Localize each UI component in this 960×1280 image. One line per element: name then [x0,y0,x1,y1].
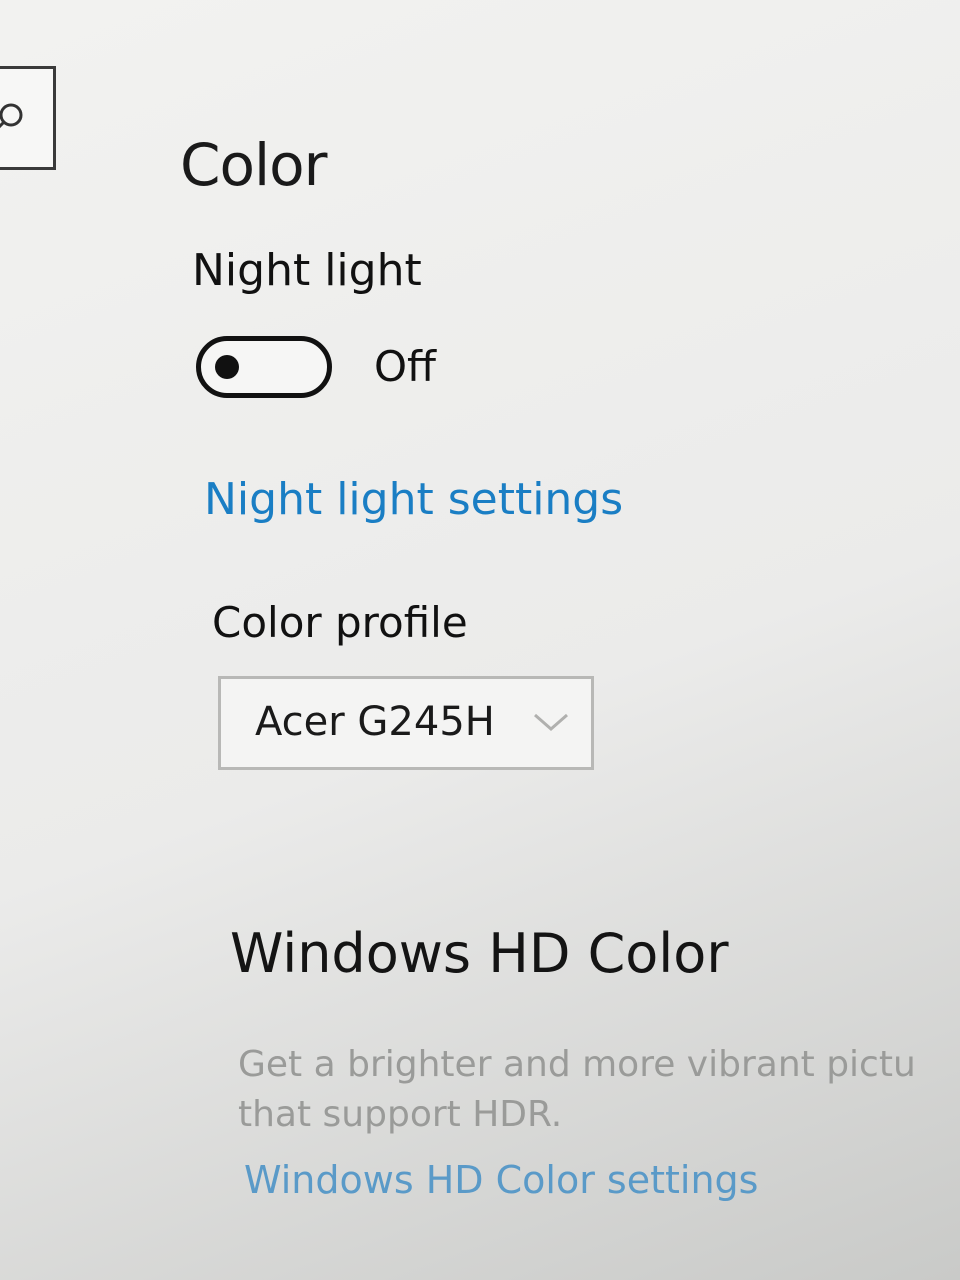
page-title: Color [180,130,327,199]
night-light-label: Night light [192,245,422,296]
hd-color-description: Get a brighter and more vibrant pictu th… [238,1040,960,1140]
night-light-settings-link[interactable]: Night light settings [204,474,623,525]
color-profile-dropdown[interactable]: Acer G245H [218,676,594,770]
hd-color-description-line1: Get a brighter and more vibrant pictu [238,1044,916,1085]
hd-color-settings-link[interactable]: Windows HD Color settings [244,1158,758,1202]
color-profile-value: Acer G245H [255,699,495,745]
night-light-state: Off [374,342,436,391]
search-icon[interactable] [0,99,27,143]
hd-color-title: Windows HD Color [230,922,729,985]
night-light-toggle[interactable] [196,336,332,398]
chevron-down-icon [531,709,571,739]
color-profile-label: Color profile [212,598,468,647]
toggle-knob [215,355,239,379]
search-box[interactable] [0,66,56,170]
hd-color-description-line2: that support HDR. [238,1094,563,1135]
